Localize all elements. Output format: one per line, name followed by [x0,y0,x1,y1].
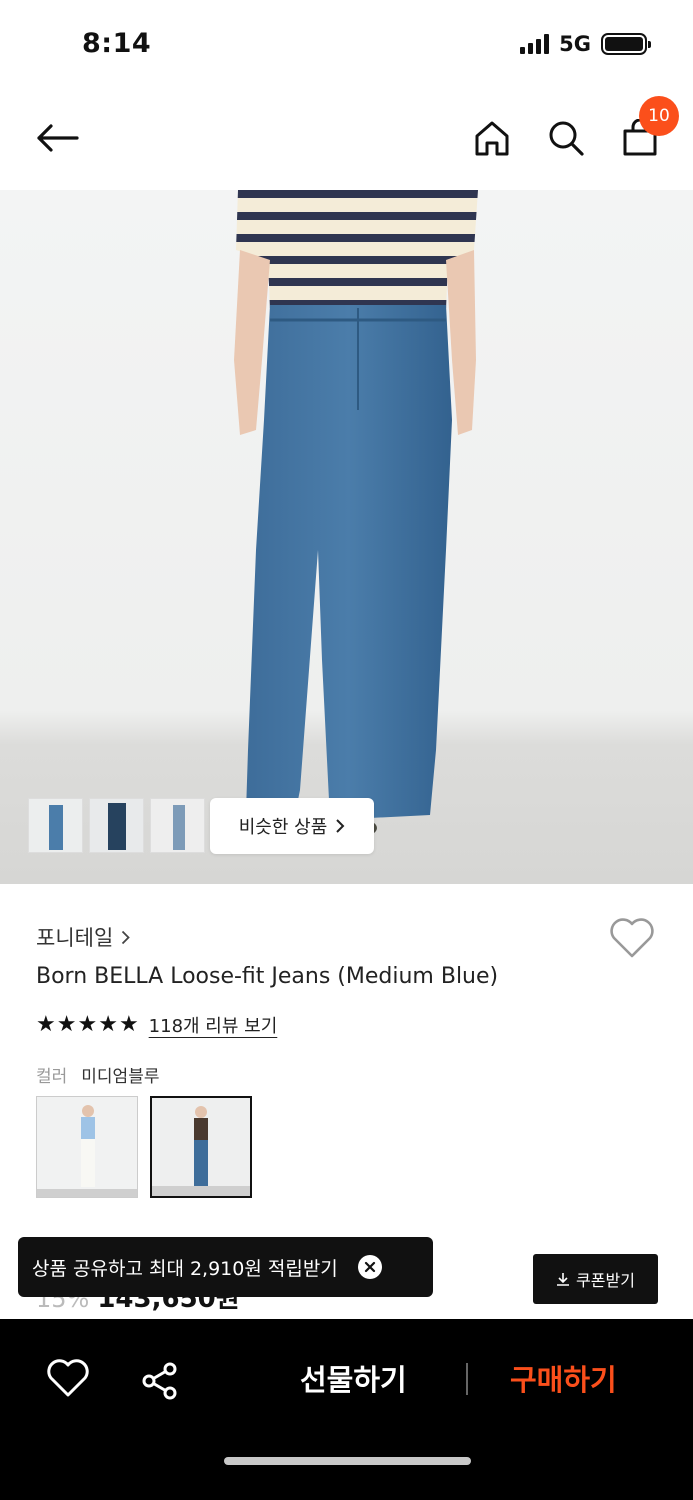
star-icon: ★ [56,1012,77,1037]
cart-count-badge: 10 [639,96,679,136]
similar-products-label: 비슷한 상품 [238,817,328,838]
similar-products-button[interactable]: 비슷한 상품 [210,798,374,854]
share-reward-toast: 상품 공유하고 최대 2,910원 적립받기 [18,1237,433,1297]
color-swatches [36,1096,252,1198]
toast-close-button[interactable] [357,1255,382,1279]
network-type: 5G [559,32,591,56]
star-icon: ★ [98,1012,118,1037]
product-photo [234,190,478,838]
rating-row: ★ ★ ★ ★ ★ 118개 리뷰 보기 [36,1012,277,1038]
chevron-right-icon [122,930,131,944]
color-label: 컬러 [36,1067,68,1087]
home-icon [475,121,509,156]
thumbnail-2[interactable] [89,798,144,853]
status-indicators: 5G [520,32,651,56]
brand-name: 포니테일 [36,926,114,950]
color-swatch-medium-blue[interactable] [150,1096,252,1198]
star-icon: ★ [36,1012,56,1037]
bottom-action-bar: 선물하기 구매하기 [0,1319,693,1500]
product-image[interactable]: 비슷한 상품 [0,190,693,884]
heart-icon [47,1359,89,1397]
star-icon: ★ [118,1012,139,1037]
home-indicator [224,1457,471,1465]
bottom-wishlist-button[interactable] [46,1359,90,1403]
color-swatch-white[interactable] [36,1096,138,1198]
signal-icon [520,34,550,54]
battery-icon [601,33,651,55]
share-icon [142,1362,177,1400]
star-icon: ★ [77,1012,98,1037]
button-divider [466,1363,468,1395]
download-icon [557,1273,570,1286]
heart-icon [610,918,654,958]
buy-button[interactable]: 구매하기 [510,1357,617,1399]
thumbnail-3[interactable] [150,798,205,853]
review-link[interactable]: 118개 리뷰 보기 [149,1012,278,1038]
close-icon [364,1261,375,1273]
wishlist-button[interactable] [608,916,658,962]
coupon-label: 쿠폰받기 [576,1271,635,1290]
status-bar: 8:14 5G [0,0,693,90]
status-time: 8:14 [82,28,152,59]
search-icon [549,121,584,156]
product-title: Born BELLA Loose-fit Jeans (Medium Blue) [36,964,499,989]
thumbnail-1[interactable] [28,798,83,853]
back-button[interactable] [33,114,81,162]
arrow-left-icon [37,124,79,152]
chevron-right-icon [336,819,345,833]
coupon-button[interactable]: 쿠폰받기 [533,1254,658,1304]
search-button[interactable] [542,114,590,162]
image-thumbnails [28,798,205,853]
home-button[interactable] [468,114,516,162]
toast-message: 상품 공유하고 최대 2,910원 적립받기 [32,1257,338,1280]
top-nav [0,92,693,188]
brand-link[interactable]: 포니테일 [36,922,131,952]
share-button[interactable] [138,1359,182,1403]
color-value: 미디엄블루 [81,1067,160,1087]
gift-button[interactable]: 선물하기 [300,1357,407,1399]
color-row: 컬러 미디엄블루 [36,1062,159,1087]
rating-stars: ★ ★ ★ ★ ★ [36,1014,139,1036]
